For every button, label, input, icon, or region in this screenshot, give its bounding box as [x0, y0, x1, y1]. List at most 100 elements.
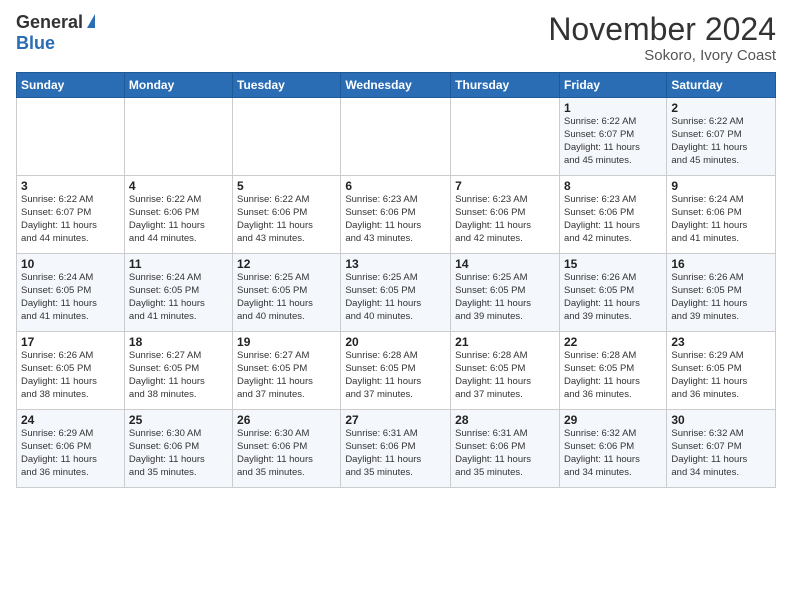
calendar-cell: 26Sunrise: 6:30 AM Sunset: 6:06 PM Dayli…: [233, 410, 341, 488]
calendar-cell: 24Sunrise: 6:29 AM Sunset: 6:06 PM Dayli…: [17, 410, 125, 488]
logo-triangle-icon: [87, 14, 95, 28]
calendar-cell: 10Sunrise: 6:24 AM Sunset: 6:05 PM Dayli…: [17, 254, 125, 332]
day-number: 23: [671, 335, 771, 349]
calendar-cell: 28Sunrise: 6:31 AM Sunset: 6:06 PM Dayli…: [451, 410, 560, 488]
day-info: Sunrise: 6:27 AM Sunset: 6:05 PM Dayligh…: [237, 350, 336, 401]
day-number: 15: [564, 257, 662, 271]
day-number: 13: [345, 257, 446, 271]
logo-general-text: General: [16, 12, 83, 33]
calendar-cell: 12Sunrise: 6:25 AM Sunset: 6:05 PM Dayli…: [233, 254, 341, 332]
day-number: 21: [455, 335, 555, 349]
day-info: Sunrise: 6:22 AM Sunset: 6:06 PM Dayligh…: [237, 194, 336, 245]
calendar-cell: 8Sunrise: 6:23 AM Sunset: 6:06 PM Daylig…: [559, 176, 666, 254]
day-number: 2: [671, 101, 771, 115]
calendar-cell: 21Sunrise: 6:28 AM Sunset: 6:05 PM Dayli…: [451, 332, 560, 410]
day-info: Sunrise: 6:23 AM Sunset: 6:06 PM Dayligh…: [345, 194, 446, 245]
day-info: Sunrise: 6:25 AM Sunset: 6:05 PM Dayligh…: [237, 272, 336, 323]
day-number: 1: [564, 101, 662, 115]
day-info: Sunrise: 6:22 AM Sunset: 6:07 PM Dayligh…: [21, 194, 120, 245]
day-info: Sunrise: 6:26 AM Sunset: 6:05 PM Dayligh…: [564, 272, 662, 323]
day-info: Sunrise: 6:32 AM Sunset: 6:06 PM Dayligh…: [564, 428, 662, 479]
calendar-cell: 5Sunrise: 6:22 AM Sunset: 6:06 PM Daylig…: [233, 176, 341, 254]
calendar-table: SundayMondayTuesdayWednesdayThursdayFrid…: [16, 72, 776, 488]
day-info: Sunrise: 6:32 AM Sunset: 6:07 PM Dayligh…: [671, 428, 771, 479]
weekday-sunday: Sunday: [17, 73, 125, 98]
day-info: Sunrise: 6:23 AM Sunset: 6:06 PM Dayligh…: [564, 194, 662, 245]
day-number: 12: [237, 257, 336, 271]
calendar-cell: [233, 98, 341, 176]
day-info: Sunrise: 6:23 AM Sunset: 6:06 PM Dayligh…: [455, 194, 555, 245]
calendar-cell: 7Sunrise: 6:23 AM Sunset: 6:06 PM Daylig…: [451, 176, 560, 254]
calendar-cell: 20Sunrise: 6:28 AM Sunset: 6:05 PM Dayli…: [341, 332, 451, 410]
calendar-cell: [124, 98, 232, 176]
day-number: 7: [455, 179, 555, 193]
day-number: 20: [345, 335, 446, 349]
page-header: General Blue November 2024 Sokoro, Ivory…: [16, 12, 776, 64]
day-info: Sunrise: 6:31 AM Sunset: 6:06 PM Dayligh…: [455, 428, 555, 479]
day-info: Sunrise: 6:29 AM Sunset: 6:05 PM Dayligh…: [671, 350, 771, 401]
weekday-header-row: SundayMondayTuesdayWednesdayThursdayFrid…: [17, 73, 776, 98]
day-number: 24: [21, 413, 120, 427]
day-info: Sunrise: 6:22 AM Sunset: 6:06 PM Dayligh…: [129, 194, 228, 245]
day-number: 5: [237, 179, 336, 193]
weekday-thursday: Thursday: [451, 73, 560, 98]
day-info: Sunrise: 6:30 AM Sunset: 6:06 PM Dayligh…: [129, 428, 228, 479]
day-number: 28: [455, 413, 555, 427]
day-number: 3: [21, 179, 120, 193]
calendar-cell: 18Sunrise: 6:27 AM Sunset: 6:05 PM Dayli…: [124, 332, 232, 410]
day-info: Sunrise: 6:26 AM Sunset: 6:05 PM Dayligh…: [21, 350, 120, 401]
day-number: 9: [671, 179, 771, 193]
calendar-cell: 29Sunrise: 6:32 AM Sunset: 6:06 PM Dayli…: [559, 410, 666, 488]
weekday-wednesday: Wednesday: [341, 73, 451, 98]
calendar-cell: 27Sunrise: 6:31 AM Sunset: 6:06 PM Dayli…: [341, 410, 451, 488]
day-info: Sunrise: 6:22 AM Sunset: 6:07 PM Dayligh…: [671, 116, 771, 167]
calendar-cell: 23Sunrise: 6:29 AM Sunset: 6:05 PM Dayli…: [667, 332, 776, 410]
day-number: 22: [564, 335, 662, 349]
title-block: November 2024 Sokoro, Ivory Coast: [548, 12, 776, 64]
logo-blue-text: Blue: [16, 33, 55, 54]
calendar-cell: 30Sunrise: 6:32 AM Sunset: 6:07 PM Dayli…: [667, 410, 776, 488]
week-row-5: 24Sunrise: 6:29 AM Sunset: 6:06 PM Dayli…: [17, 410, 776, 488]
day-info: Sunrise: 6:30 AM Sunset: 6:06 PM Dayligh…: [237, 428, 336, 479]
weekday-tuesday: Tuesday: [233, 73, 341, 98]
calendar-cell: 6Sunrise: 6:23 AM Sunset: 6:06 PM Daylig…: [341, 176, 451, 254]
day-number: 19: [237, 335, 336, 349]
calendar-cell: 16Sunrise: 6:26 AM Sunset: 6:05 PM Dayli…: [667, 254, 776, 332]
day-info: Sunrise: 6:25 AM Sunset: 6:05 PM Dayligh…: [455, 272, 555, 323]
day-info: Sunrise: 6:28 AM Sunset: 6:05 PM Dayligh…: [345, 350, 446, 401]
day-info: Sunrise: 6:24 AM Sunset: 6:05 PM Dayligh…: [129, 272, 228, 323]
day-number: 25: [129, 413, 228, 427]
calendar-cell: 9Sunrise: 6:24 AM Sunset: 6:06 PM Daylig…: [667, 176, 776, 254]
day-number: 18: [129, 335, 228, 349]
day-number: 4: [129, 179, 228, 193]
calendar-cell: 13Sunrise: 6:25 AM Sunset: 6:05 PM Dayli…: [341, 254, 451, 332]
calendar-cell: 1Sunrise: 6:22 AM Sunset: 6:07 PM Daylig…: [559, 98, 666, 176]
weekday-monday: Monday: [124, 73, 232, 98]
day-number: 17: [21, 335, 120, 349]
week-row-1: 1Sunrise: 6:22 AM Sunset: 6:07 PM Daylig…: [17, 98, 776, 176]
day-info: Sunrise: 6:22 AM Sunset: 6:07 PM Dayligh…: [564, 116, 662, 167]
weekday-saturday: Saturday: [667, 73, 776, 98]
calendar-cell: 17Sunrise: 6:26 AM Sunset: 6:05 PM Dayli…: [17, 332, 125, 410]
calendar-cell: 22Sunrise: 6:28 AM Sunset: 6:05 PM Dayli…: [559, 332, 666, 410]
calendar-cell: 15Sunrise: 6:26 AM Sunset: 6:05 PM Dayli…: [559, 254, 666, 332]
weekday-friday: Friday: [559, 73, 666, 98]
day-info: Sunrise: 6:24 AM Sunset: 6:05 PM Dayligh…: [21, 272, 120, 323]
day-info: Sunrise: 6:28 AM Sunset: 6:05 PM Dayligh…: [455, 350, 555, 401]
day-number: 6: [345, 179, 446, 193]
day-info: Sunrise: 6:24 AM Sunset: 6:06 PM Dayligh…: [671, 194, 771, 245]
calendar-cell: 25Sunrise: 6:30 AM Sunset: 6:06 PM Dayli…: [124, 410, 232, 488]
day-info: Sunrise: 6:29 AM Sunset: 6:06 PM Dayligh…: [21, 428, 120, 479]
week-row-4: 17Sunrise: 6:26 AM Sunset: 6:05 PM Dayli…: [17, 332, 776, 410]
day-number: 10: [21, 257, 120, 271]
day-number: 14: [455, 257, 555, 271]
calendar-cell: [451, 98, 560, 176]
day-info: Sunrise: 6:28 AM Sunset: 6:05 PM Dayligh…: [564, 350, 662, 401]
day-number: 27: [345, 413, 446, 427]
week-row-2: 3Sunrise: 6:22 AM Sunset: 6:07 PM Daylig…: [17, 176, 776, 254]
day-info: Sunrise: 6:26 AM Sunset: 6:05 PM Dayligh…: [671, 272, 771, 323]
day-number: 30: [671, 413, 771, 427]
calendar-cell: 11Sunrise: 6:24 AM Sunset: 6:05 PM Dayli…: [124, 254, 232, 332]
calendar-cell: [17, 98, 125, 176]
calendar-cell: 4Sunrise: 6:22 AM Sunset: 6:06 PM Daylig…: [124, 176, 232, 254]
